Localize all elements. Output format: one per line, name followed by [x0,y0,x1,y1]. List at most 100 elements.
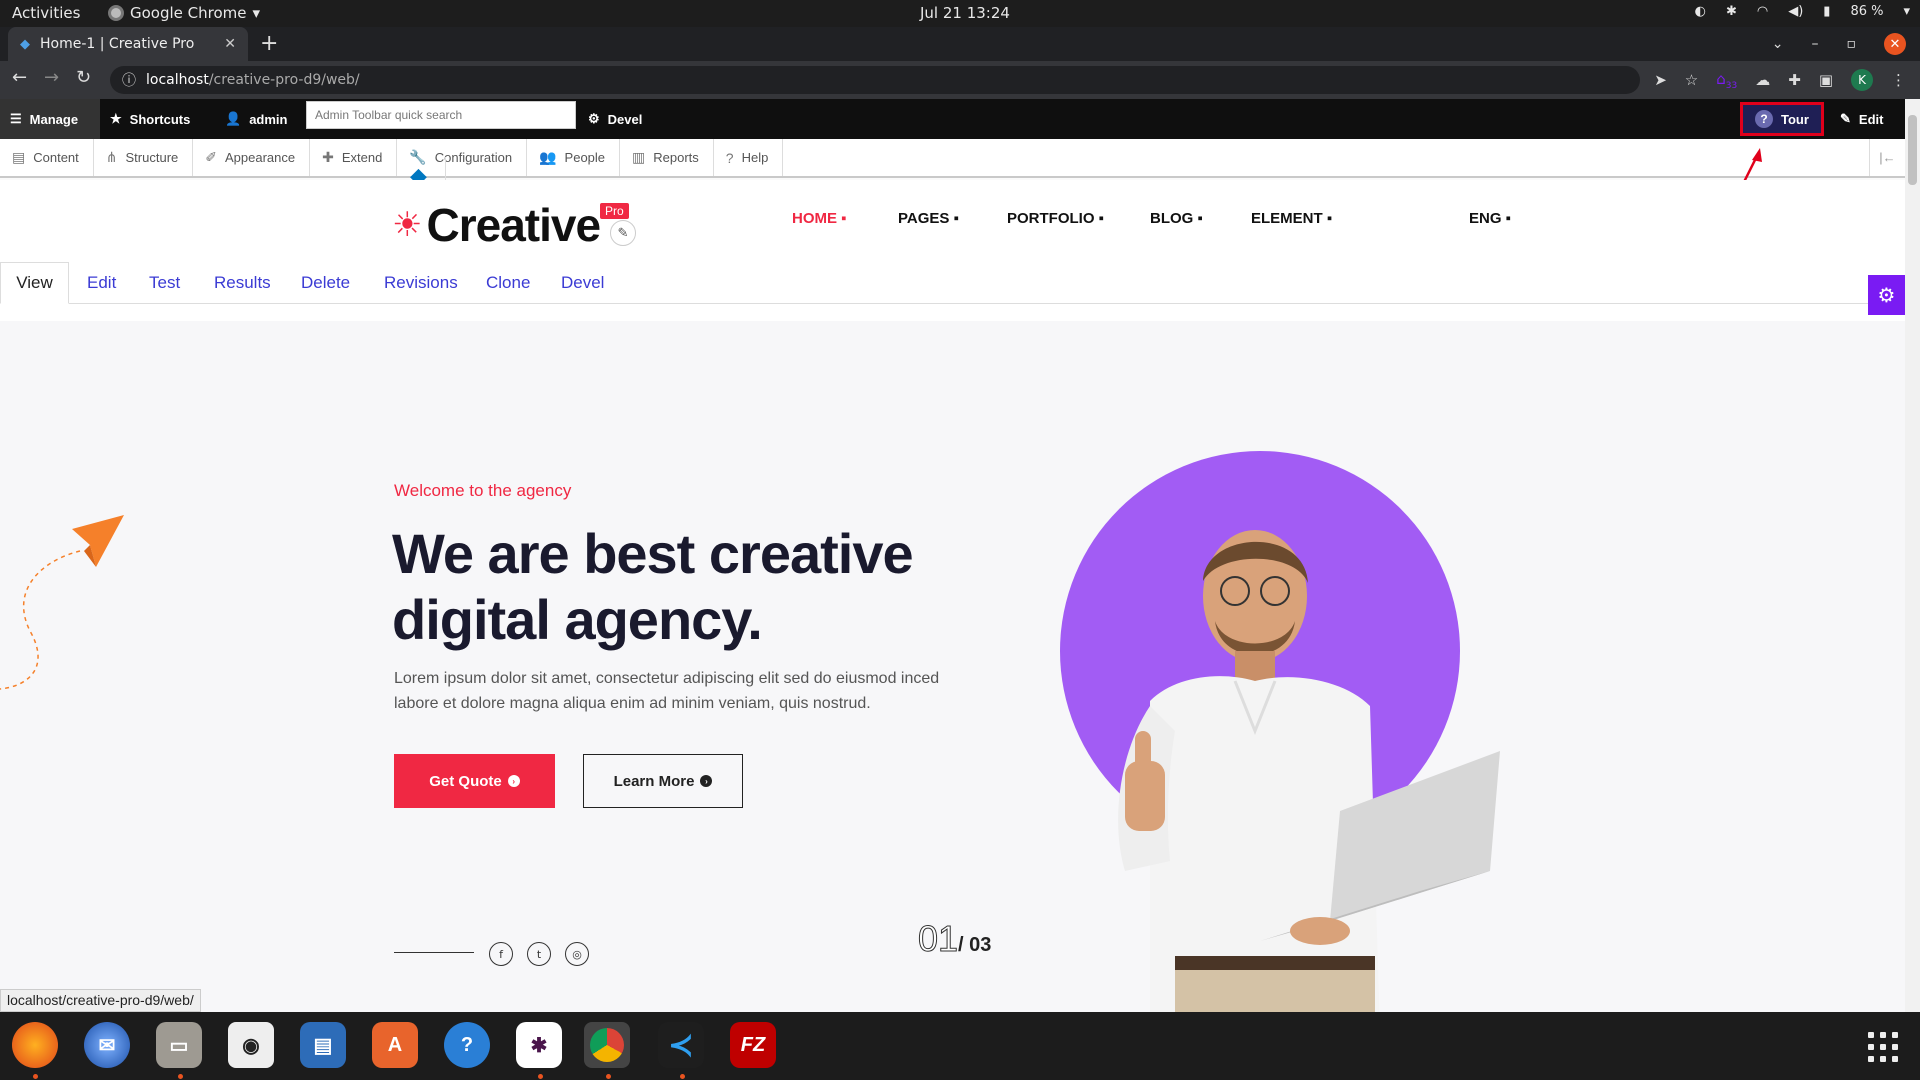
wifi-icon: ◠ [1756,4,1769,19]
tray-item-structure[interactable]: ⋔ Structure [94,139,194,176]
slack-icon[interactable]: ✱ [516,1022,562,1068]
shortcuts-label: Shortcuts [129,111,191,127]
tab-results[interactable]: Results [214,262,271,304]
close-tab-icon[interactable]: ✕ [224,36,236,52]
tray-item-label: Content [33,150,79,165]
tab-title: Home-1 | Creative Pro [40,36,195,52]
tray-item-label: Appearance [225,150,296,165]
new-tab-button[interactable]: + [260,31,278,56]
reload-icon[interactable]: ↻ [76,67,91,88]
show-apps-grid-icon[interactable] [1868,1032,1898,1062]
send-icon[interactable]: ➤ [1654,71,1667,89]
tray-item-reports[interactable]: ▥ Reports [620,139,714,176]
slide-counter: 01/ 03 [917,918,991,960]
nav-element[interactable]: ELEMENT ▪ [1251,210,1332,227]
tray-item-label: Reports [653,150,699,165]
nav-language[interactable]: ENG ▪ [1469,210,1511,227]
url-input[interactable]: ⓘ localhost/creative-pro-d9/web/ [110,66,1640,94]
hero-eyebrow: Welcome to the agency [394,481,572,500]
clock[interactable]: Jul 21 13:24 [920,4,1010,22]
app-menu[interactable]: Google Chrome ▾ [108,4,260,22]
facebook-icon[interactable]: f [489,942,513,966]
tab-test[interactable]: Test [149,262,180,304]
tray-item-people[interactable]: 👥 People [527,139,621,176]
files-icon[interactable]: ▭ [156,1022,202,1068]
scrollbar-thumb[interactable] [1908,115,1917,185]
rhythmbox-icon[interactable]: ◉ [228,1022,274,1068]
battery-percent: 86 % [1850,4,1884,19]
site-logo[interactable]: ☀ Creative Pro ✎ [392,198,636,252]
forward-icon[interactable]: → [44,67,59,88]
thunderbird-icon[interactable]: ✉ [84,1022,130,1068]
tray-item-label: Extend [341,150,383,165]
tray-item-help[interactable]: ? Help [714,139,784,176]
manage-button[interactable]: ☰ Manage [0,99,100,139]
learn-more-button[interactable]: Learn More › [583,754,743,808]
admin-toolbar: ☰ Manage ★ Shortcuts 👤 admin Admin Toolb… [0,99,1920,139]
toolbar-search-input[interactable]: Admin Toolbar quick search [306,101,576,129]
shortcuts-button[interactable]: ★ Shortcuts [100,99,200,139]
tray-item-label: Structure [125,150,179,165]
slide-current: 01 [917,918,959,960]
nav-home[interactable]: HOME ▪ [792,210,847,227]
window-controls: ⌄ – ▫ ✕ [1772,33,1906,55]
pencil-icon[interactable]: ✎ [610,220,636,246]
tray-item-appearance[interactable]: ✐ Appearance [193,139,311,176]
side-panel-icon[interactable]: ▣ [1819,71,1833,89]
minimize-button[interactable]: – [1812,36,1819,52]
tray-item-extend[interactable]: ✚ Extend [310,139,398,176]
puzzle-extensions-icon[interactable]: ✚ [1788,71,1801,89]
tab-devel[interactable]: Devel [561,262,604,304]
edit-button[interactable]: ✎ Edit [1830,99,1893,139]
bookmark-star-icon[interactable]: ☆ [1685,71,1698,89]
tab-clone[interactable]: Clone [486,262,530,304]
question-icon: ? [1755,110,1773,128]
sync-icon: ◐ [1694,4,1706,19]
tab-revisions[interactable]: Revisions [384,262,458,304]
tray-item-content[interactable]: ▤ Content [0,139,94,176]
settings-gear-button[interactable]: ⚙ [1868,275,1905,315]
back-icon[interactable]: ← [12,67,27,88]
extension-badge-icon[interactable]: ⌂33 [1716,70,1737,91]
elephant-extension-icon[interactable]: ☁ [1755,71,1770,89]
chrome-icon[interactable] [584,1022,630,1068]
tray-item-label: People [564,150,606,165]
page-scrollbar[interactable] [1905,99,1920,1012]
chevron-down-icon: ▾ [1903,4,1910,19]
filezilla-icon[interactable]: FZ [730,1022,776,1068]
vscode-icon[interactable]: ≺ [658,1022,704,1068]
get-quote-button[interactable]: Get Quote › [394,754,555,808]
activities-button[interactable]: Activities [12,4,80,22]
collapse-toolbar-icon[interactable]: |← [1869,139,1905,176]
nav-pages[interactable]: PAGES ▪ [898,210,959,227]
user-button[interactable]: 👤 admin [215,99,297,139]
close-window-button[interactable]: ✕ [1884,33,1906,55]
info-icon[interactable]: ⓘ [122,70,136,90]
maximize-button[interactable]: ▫ [1847,36,1857,52]
firefox-icon[interactable] [12,1022,58,1068]
running-indicator [680,1074,685,1079]
instagram-icon[interactable]: ◎ [565,942,589,966]
manage-label: Manage [29,111,79,127]
twitter-icon[interactable]: t [527,942,551,966]
tour-button[interactable]: ? Tour [1740,102,1824,136]
tab-search-icon[interactable]: ⌄ [1772,36,1784,52]
running-indicator [178,1074,183,1079]
status-bar-url: localhost/creative-pro-d9/web/ [0,989,201,1012]
software-center-icon[interactable]: A [372,1022,418,1068]
nav-blog[interactable]: BLOG ▪ [1150,210,1203,227]
url-host: localhost [146,72,209,88]
tab-edit[interactable]: Edit [87,262,116,304]
browser-tab[interactable]: ◆ Home-1 | Creative Pro ✕ [8,27,248,61]
site-header: ☀ Creative Pro ✎ HOME ▪ PAGES ▪ PORTFOLI… [0,180,1905,260]
profile-avatar[interactable]: K [1851,69,1873,91]
tab-view[interactable]: View [0,262,69,304]
help-icon[interactable]: ? [444,1022,490,1068]
tab-delete[interactable]: Delete [301,262,350,304]
kebab-menu-icon[interactable]: ⋮ [1891,71,1906,89]
nav-portfolio[interactable]: PORTFOLIO ▪ [1007,210,1104,227]
devel-button[interactable]: ⚙ Devel [578,99,652,139]
arrow-circle-icon: › [700,775,713,787]
system-tray[interactable]: ◐ ✱ ◠ ◀) ▮ 86 % ▾ [1695,4,1910,19]
writer-icon[interactable]: ▤ [300,1022,346,1068]
